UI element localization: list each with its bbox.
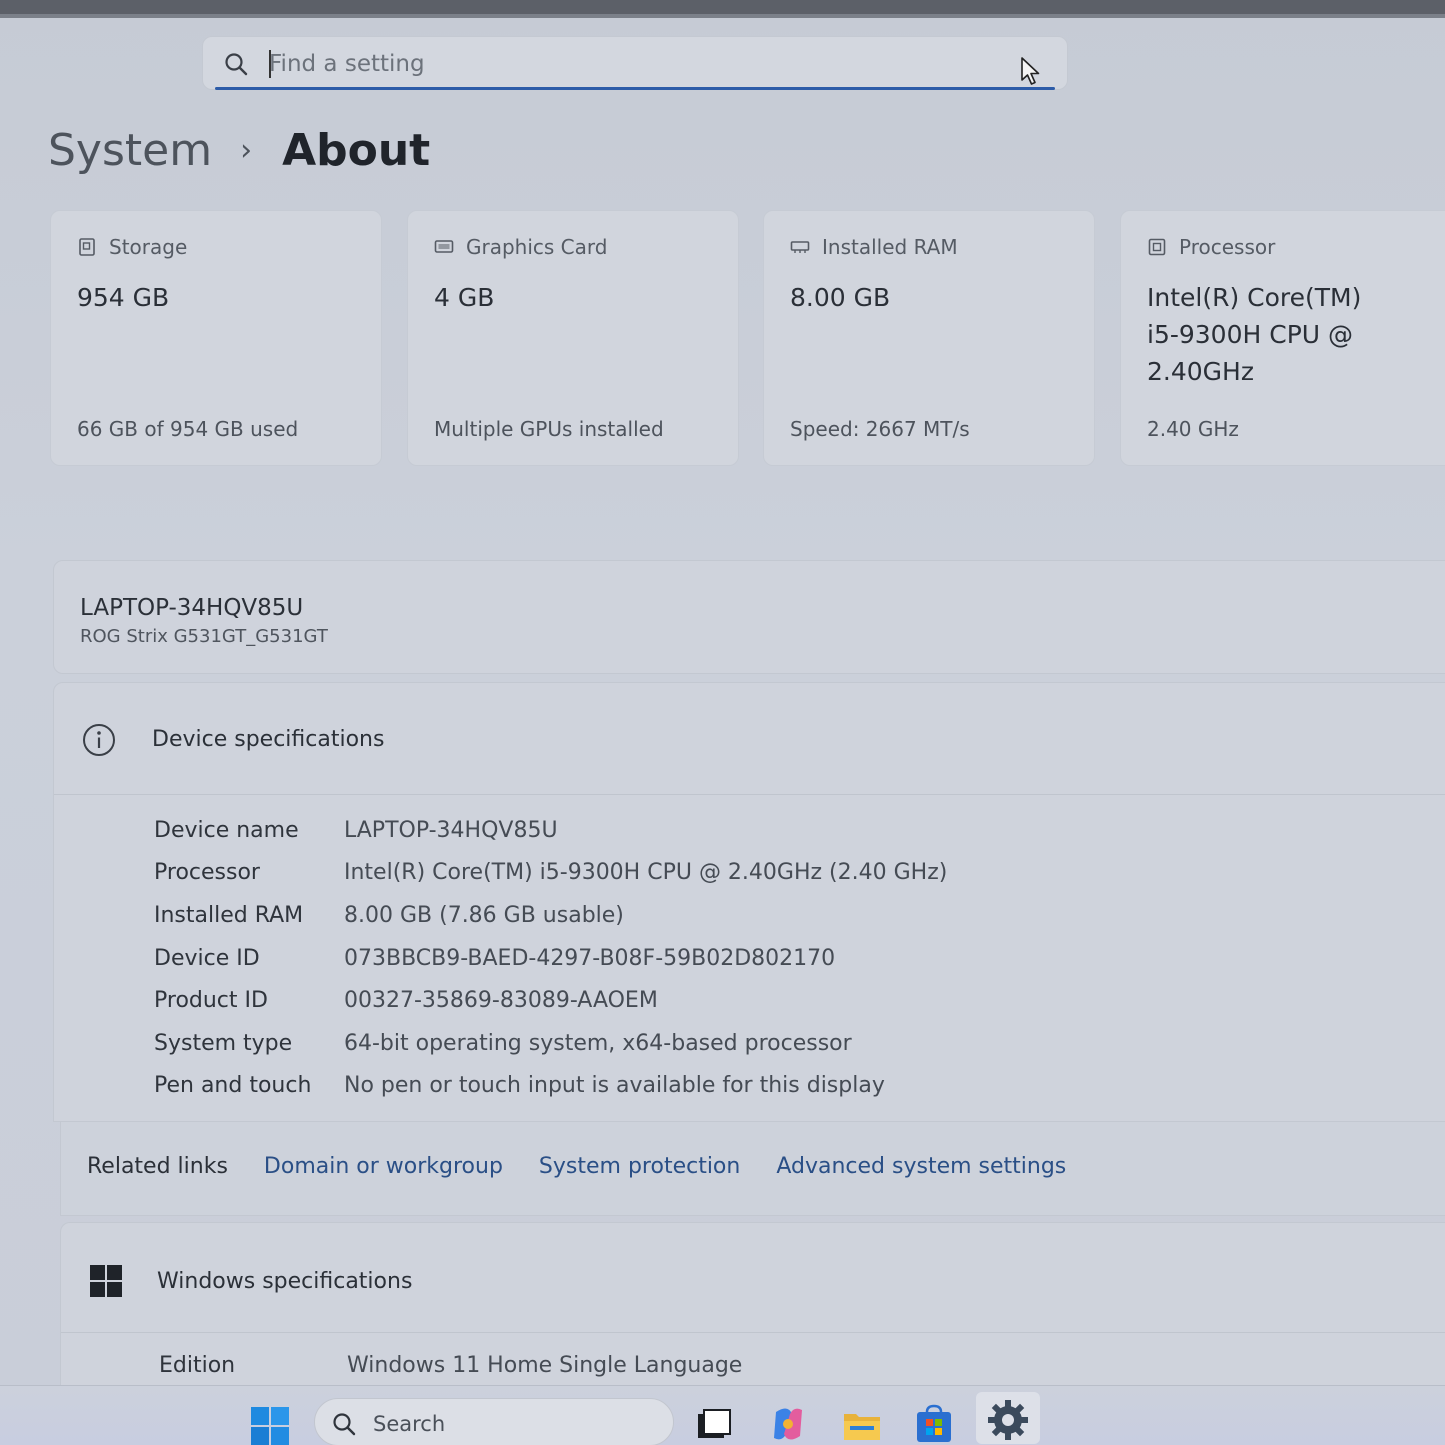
spec-value: No pen or touch input is available for t… bbox=[344, 1073, 885, 1099]
spec-value: 073BBCB9-BAED-4297-B08F-59B02D802170 bbox=[344, 945, 836, 971]
search-icon bbox=[225, 53, 248, 76]
copilot-icon[interactable] bbox=[768, 1404, 808, 1444]
spec-key: Pen and touch bbox=[154, 1073, 312, 1099]
device-specifications-header[interactable]: Device specifications bbox=[54, 683, 1445, 795]
search-input[interactable] bbox=[269, 47, 1009, 81]
spec-value: 64-bit operating system, x64-based proce… bbox=[344, 1030, 852, 1056]
search-icon bbox=[333, 1413, 356, 1436]
processor-icon bbox=[1148, 238, 1166, 256]
mouse-pointer-icon bbox=[1021, 57, 1040, 85]
page-title: About bbox=[282, 124, 431, 176]
start-icon[interactable] bbox=[250, 1406, 290, 1445]
spec-row-pen-and-touch: Pen and touch No pen or touch input is a… bbox=[154, 1065, 947, 1108]
screen-bezel bbox=[0, 0, 1445, 18]
text-caret bbox=[269, 50, 271, 78]
spec-key: Product ID bbox=[154, 988, 268, 1014]
spec-key: Device name bbox=[154, 817, 299, 843]
installed-ram-card[interactable]: Installed RAM 8.00 GB Speed: 2667 MT/s bbox=[763, 210, 1095, 466]
graphics-card-value: 4 GB bbox=[434, 283, 495, 312]
windows-logo-icon bbox=[90, 1265, 122, 1297]
storage-icon bbox=[79, 238, 95, 256]
spec-row-system-type: System type 64-bit operating system, x64… bbox=[154, 1022, 947, 1065]
spec-value: Intel(R) Core(TM) i5-9300H CPU @ 2.40GHz… bbox=[344, 860, 948, 886]
task-view-icon[interactable] bbox=[694, 1404, 734, 1444]
related-links-bar: Related links Domain or workgroup System… bbox=[60, 1122, 1445, 1216]
spec-key: Processor bbox=[154, 860, 260, 886]
spec-key: Device ID bbox=[154, 945, 260, 971]
settings-icon[interactable] bbox=[976, 1392, 1040, 1444]
advanced-system-settings-link[interactable]: Advanced system settings bbox=[776, 1154, 1066, 1179]
system-protection-link[interactable]: System protection bbox=[539, 1154, 740, 1179]
info-icon bbox=[83, 724, 115, 756]
spec-row-installed-ram: Installed RAM 8.00 GB (7.86 GB usable) bbox=[154, 894, 947, 937]
spec-value: LAPTOP-34HQV85U bbox=[344, 817, 558, 843]
spec-value: Windows 11 Home Single Language bbox=[347, 1353, 743, 1378]
windows-specifications-panel: Windows specifications Edition Windows 1… bbox=[60, 1222, 1445, 1392]
taskbar-search-box[interactable]: Search bbox=[314, 1398, 674, 1445]
related-links-label: Related links bbox=[87, 1154, 228, 1179]
device-specifications-panel: Device specifications Device name LAPTOP… bbox=[53, 682, 1445, 1122]
spec-row-device-id: Device ID 073BBCB9-BAED-4297-B08F-59B02D… bbox=[154, 937, 947, 980]
installed-ram-subtext: Speed: 2667 MT/s bbox=[790, 417, 970, 441]
taskbar: Search bbox=[0, 1385, 1445, 1445]
graphics-card-card[interactable]: Graphics Card 4 GB Multiple GPUs install… bbox=[407, 210, 739, 466]
domain-or-workgroup-link[interactable]: Domain or workgroup bbox=[264, 1154, 503, 1179]
graphics-card-icon bbox=[434, 240, 454, 253]
processor-card[interactable]: Processor Intel(R) Core(TM) i5-9300H CPU… bbox=[1120, 210, 1445, 466]
file-explorer-icon[interactable] bbox=[842, 1404, 882, 1444]
windows-specifications-header[interactable]: Windows specifications bbox=[61, 1223, 1445, 1333]
settings-window: System › About Storage 954 GB 66 GB of 9… bbox=[0, 0, 1445, 1445]
storage-card[interactable]: Storage 954 GB 66 GB of 954 GB used bbox=[50, 210, 382, 466]
installed-ram-label: Installed RAM bbox=[822, 235, 958, 259]
graphics-card-label: Graphics Card bbox=[466, 235, 608, 259]
spec-value: 00327-35869-83089-AAOEM bbox=[344, 988, 658, 1014]
breadcrumb-system-link[interactable]: System bbox=[48, 125, 212, 176]
settings-search-box[interactable] bbox=[202, 36, 1068, 90]
spec-key: Edition bbox=[159, 1353, 236, 1378]
processor-value: Intel(R) Core(TM) i5-9300H CPU @ 2.40GHz bbox=[1147, 283, 1362, 386]
storage-card-value: 954 GB bbox=[77, 283, 170, 312]
chevron-right-icon: › bbox=[240, 132, 253, 168]
store-icon[interactable] bbox=[914, 1404, 954, 1444]
spec-row-device-name: Device name LAPTOP-34HQV85U bbox=[154, 809, 947, 852]
processor-label: Processor bbox=[1179, 235, 1276, 259]
spec-row-edition: Edition Windows 11 Home Single Language bbox=[159, 1353, 742, 1378]
spec-row-product-id: Product ID 00327-35869-83089-AAOEM bbox=[154, 979, 947, 1022]
device-name: LAPTOP-34HQV85U bbox=[80, 595, 304, 621]
installed-ram-value: 8.00 GB bbox=[790, 283, 891, 312]
search-focus-underline bbox=[215, 87, 1055, 90]
processor-subtext: 2.40 GHz bbox=[1147, 417, 1239, 441]
windows-specifications-title: Windows specifications bbox=[157, 1269, 413, 1294]
ram-icon bbox=[790, 241, 810, 253]
device-specifications-title: Device specifications bbox=[152, 727, 385, 752]
spec-key: System type bbox=[154, 1030, 293, 1056]
spec-row-processor: Processor Intel(R) Core(TM) i5-9300H CPU… bbox=[154, 852, 947, 895]
breadcrumb: System › About bbox=[48, 118, 430, 182]
spec-key: Installed RAM bbox=[154, 902, 304, 928]
spec-value: 8.00 GB (7.86 GB usable) bbox=[344, 902, 624, 928]
graphics-card-subtext: Multiple GPUs installed bbox=[434, 417, 664, 441]
device-specifications-list: Device name LAPTOP-34HQV85U Processor In… bbox=[154, 809, 947, 1107]
storage-card-label: Storage bbox=[109, 235, 188, 259]
device-name-panel: LAPTOP-34HQV85U ROG Strix G531GT_G531GT bbox=[53, 560, 1445, 674]
device-model: ROG Strix G531GT_G531GT bbox=[80, 626, 328, 647]
taskbar-search-label: Search bbox=[373, 1412, 446, 1436]
storage-card-subtext: 66 GB of 954 GB used bbox=[77, 417, 299, 441]
